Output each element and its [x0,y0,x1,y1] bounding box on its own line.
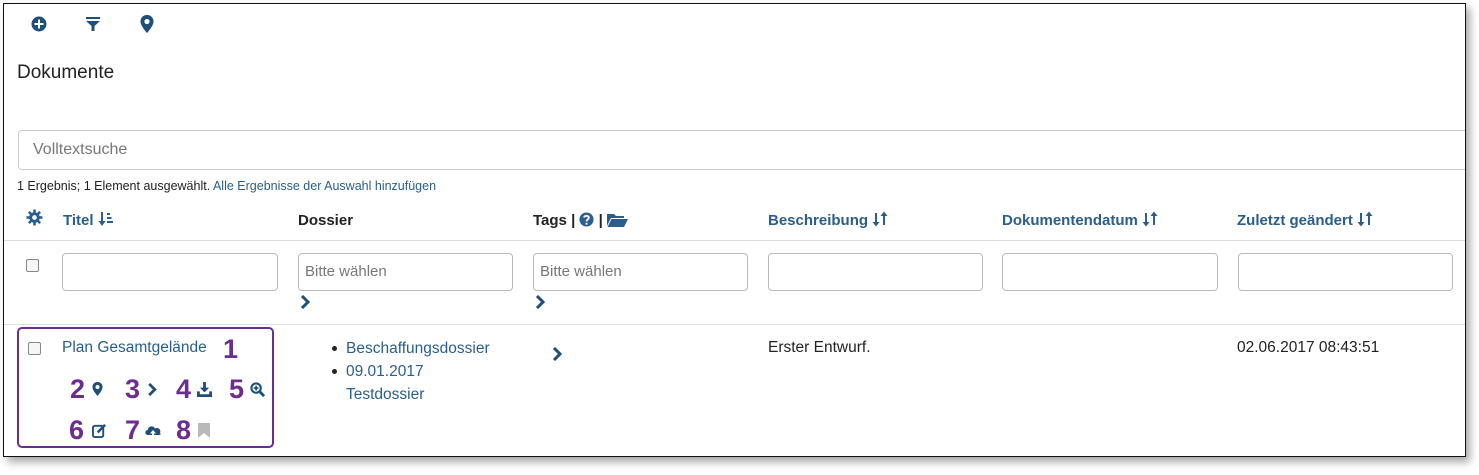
bookmark-icon[interactable] [198,423,210,438]
row-zuletzt-geaendert: 02.06.2017 08:43:51 [1237,339,1380,356]
tags-filter-select[interactable]: Bitte wählen [533,253,748,291]
column-tags: Tags | | [533,212,628,229]
chevron-right-icon[interactable] [300,295,310,309]
chevron-right-icon[interactable] [147,383,157,396]
folder-open-icon[interactable] [606,212,628,227]
titel-filter-input[interactable] [62,253,278,291]
list-item: Beschaffungsdossier [330,337,490,360]
dossier-link[interactable]: Beschaffungsdossier [346,340,490,357]
column-dokumentendatum[interactable]: Dokumentendatum [1002,211,1158,229]
column-tags-separator: | [598,212,603,229]
document-title-link[interactable]: Plan Gesamtgelände [62,339,207,357]
filter-icon[interactable] [85,16,101,32]
annotation-6: 6 [69,415,85,445]
dokumentendatum-filter-input[interactable] [1002,253,1218,291]
sort-icon[interactable] [1142,211,1158,227]
sort-icon[interactable] [872,211,888,227]
dossier-filter-select[interactable]: Bitte wählen [298,253,513,291]
annotation-1: 1 [223,334,239,364]
annotation-8: 8 [176,415,192,445]
sort-icon[interactable] [1357,211,1373,227]
column-dossier: Dossier [298,212,354,229]
column-zuletzt-geaendert[interactable]: Zuletzt geändert [1237,211,1373,229]
cloud-upload-icon[interactable] [144,424,162,439]
column-titel-label: Titel [63,212,94,229]
map-marker-icon[interactable] [92,382,103,396]
row-select-checkbox[interactable] [28,342,41,355]
column-titel[interactable]: Titel [63,211,114,229]
add-all-to-selection-link[interactable]: Alle Ergebnisse der Auswahl hinzufügen [213,179,436,193]
column-tags-label: Tags | [533,212,576,229]
dossier-date: 09.01.2017 [346,363,424,380]
settings-gear-icon[interactable] [26,209,43,226]
column-beschreibung-label: Beschreibung [768,212,869,229]
page-title: Dokumente [17,62,115,83]
dossier-link[interactable]: 09.01.2017 Testdossier [346,363,424,403]
download-icon[interactable] [197,382,212,397]
beschreibung-filter-input[interactable] [768,253,983,291]
annotation-4: 4 [176,374,192,404]
result-info: 1 Ergebnis; 1 Element ausgewählt. Alle E… [17,179,436,193]
column-zuletzt-label: Zuletzt geändert [1237,212,1353,229]
help-circle-icon[interactable] [579,212,594,227]
annotation-5: 5 [229,374,245,404]
sort-ascending-icon[interactable] [98,211,114,227]
map-marker-icon[interactable] [140,15,154,33]
dossier-list: Beschaffungsdossier 09.01.2017 Testdossie… [330,337,490,406]
column-beschreibung[interactable]: Beschreibung [768,211,888,229]
header-divider [4,240,1465,241]
list-item: 09.01.2017 Testdossier [330,360,490,406]
filter-divider [4,324,1465,325]
dossier-name: Testdossier [346,386,425,403]
app-frame: Dokumente Volltextsuche 1 Ergebnis; 1 El… [3,3,1466,457]
row-beschreibung: Erster Entwurf. [768,339,871,356]
annotation-3: 3 [125,374,141,404]
column-dokumentendatum-label: Dokumentendatum [1002,212,1138,229]
select-all-checkbox[interactable] [26,259,39,272]
zuletzt-filter-input[interactable] [1238,253,1453,291]
fulltext-search-input[interactable]: Volltextsuche [18,130,1465,170]
annotation-7: 7 [125,415,141,445]
edit-icon[interactable] [92,423,107,438]
chevron-right-icon[interactable] [552,347,562,361]
result-count-text: 1 Ergebnis; 1 Element ausgewählt. [17,179,211,193]
annotation-2: 2 [70,374,86,404]
chevron-right-icon[interactable] [535,295,545,309]
add-circle-icon[interactable] [31,16,47,32]
zoom-in-icon[interactable] [250,382,265,397]
